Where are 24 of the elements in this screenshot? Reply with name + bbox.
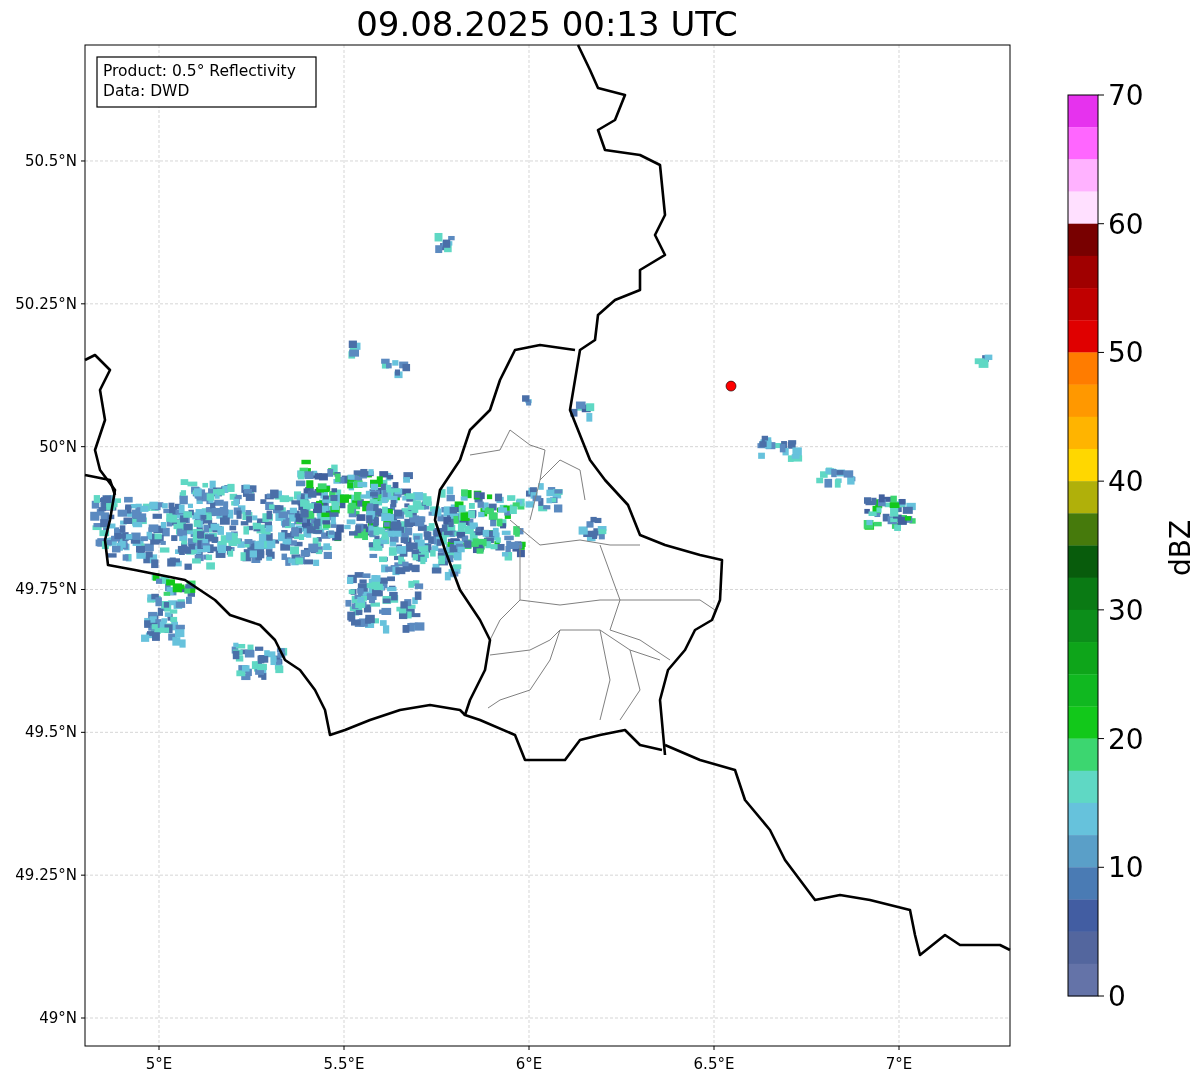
axis-tick-label: 49°N: [39, 1009, 77, 1027]
colorbar-tick-label: 40: [1108, 465, 1144, 499]
axis-tick-label: 49.5°N: [24, 723, 77, 742]
axis-tick-label: 49.25°N: [15, 866, 77, 885]
colorbar-tick-label: 30: [1108, 593, 1144, 627]
axis-tick-label: 6°E: [515, 1055, 543, 1073]
axis-tick-label: 49.75°N: [15, 580, 77, 599]
colorbar-tick-label: 60: [1108, 207, 1144, 241]
axis-tick-label: 50.5°N: [24, 152, 77, 170]
colorbar-tick-label: 50: [1108, 336, 1144, 370]
colorbar-tick-label: 10: [1108, 851, 1144, 885]
axis-tick-label: 7°E: [885, 1055, 913, 1073]
colorbar-tick-label: 70: [1108, 79, 1144, 112]
info-text: Data: DWD: [103, 82, 190, 100]
axis-tick-label: 50°N: [39, 437, 77, 456]
axis-tick-label: 6.5°E: [693, 1055, 735, 1073]
colorbar-tick-label: 20: [1108, 722, 1144, 756]
axis-tick-label: 50.25°N: [15, 294, 77, 313]
axis-tick-label: 5.5°E: [323, 1055, 365, 1073]
colorbar-tick-label: 0: [1108, 980, 1126, 1013]
info-text: Product: 0.5° Reflectivity: [103, 62, 296, 80]
colorbar-label: dBZ: [1164, 519, 1197, 577]
axis-tick-label: 5°E: [145, 1055, 173, 1073]
chart-title: 09.08.2025 00:13 UTC: [356, 4, 738, 44]
